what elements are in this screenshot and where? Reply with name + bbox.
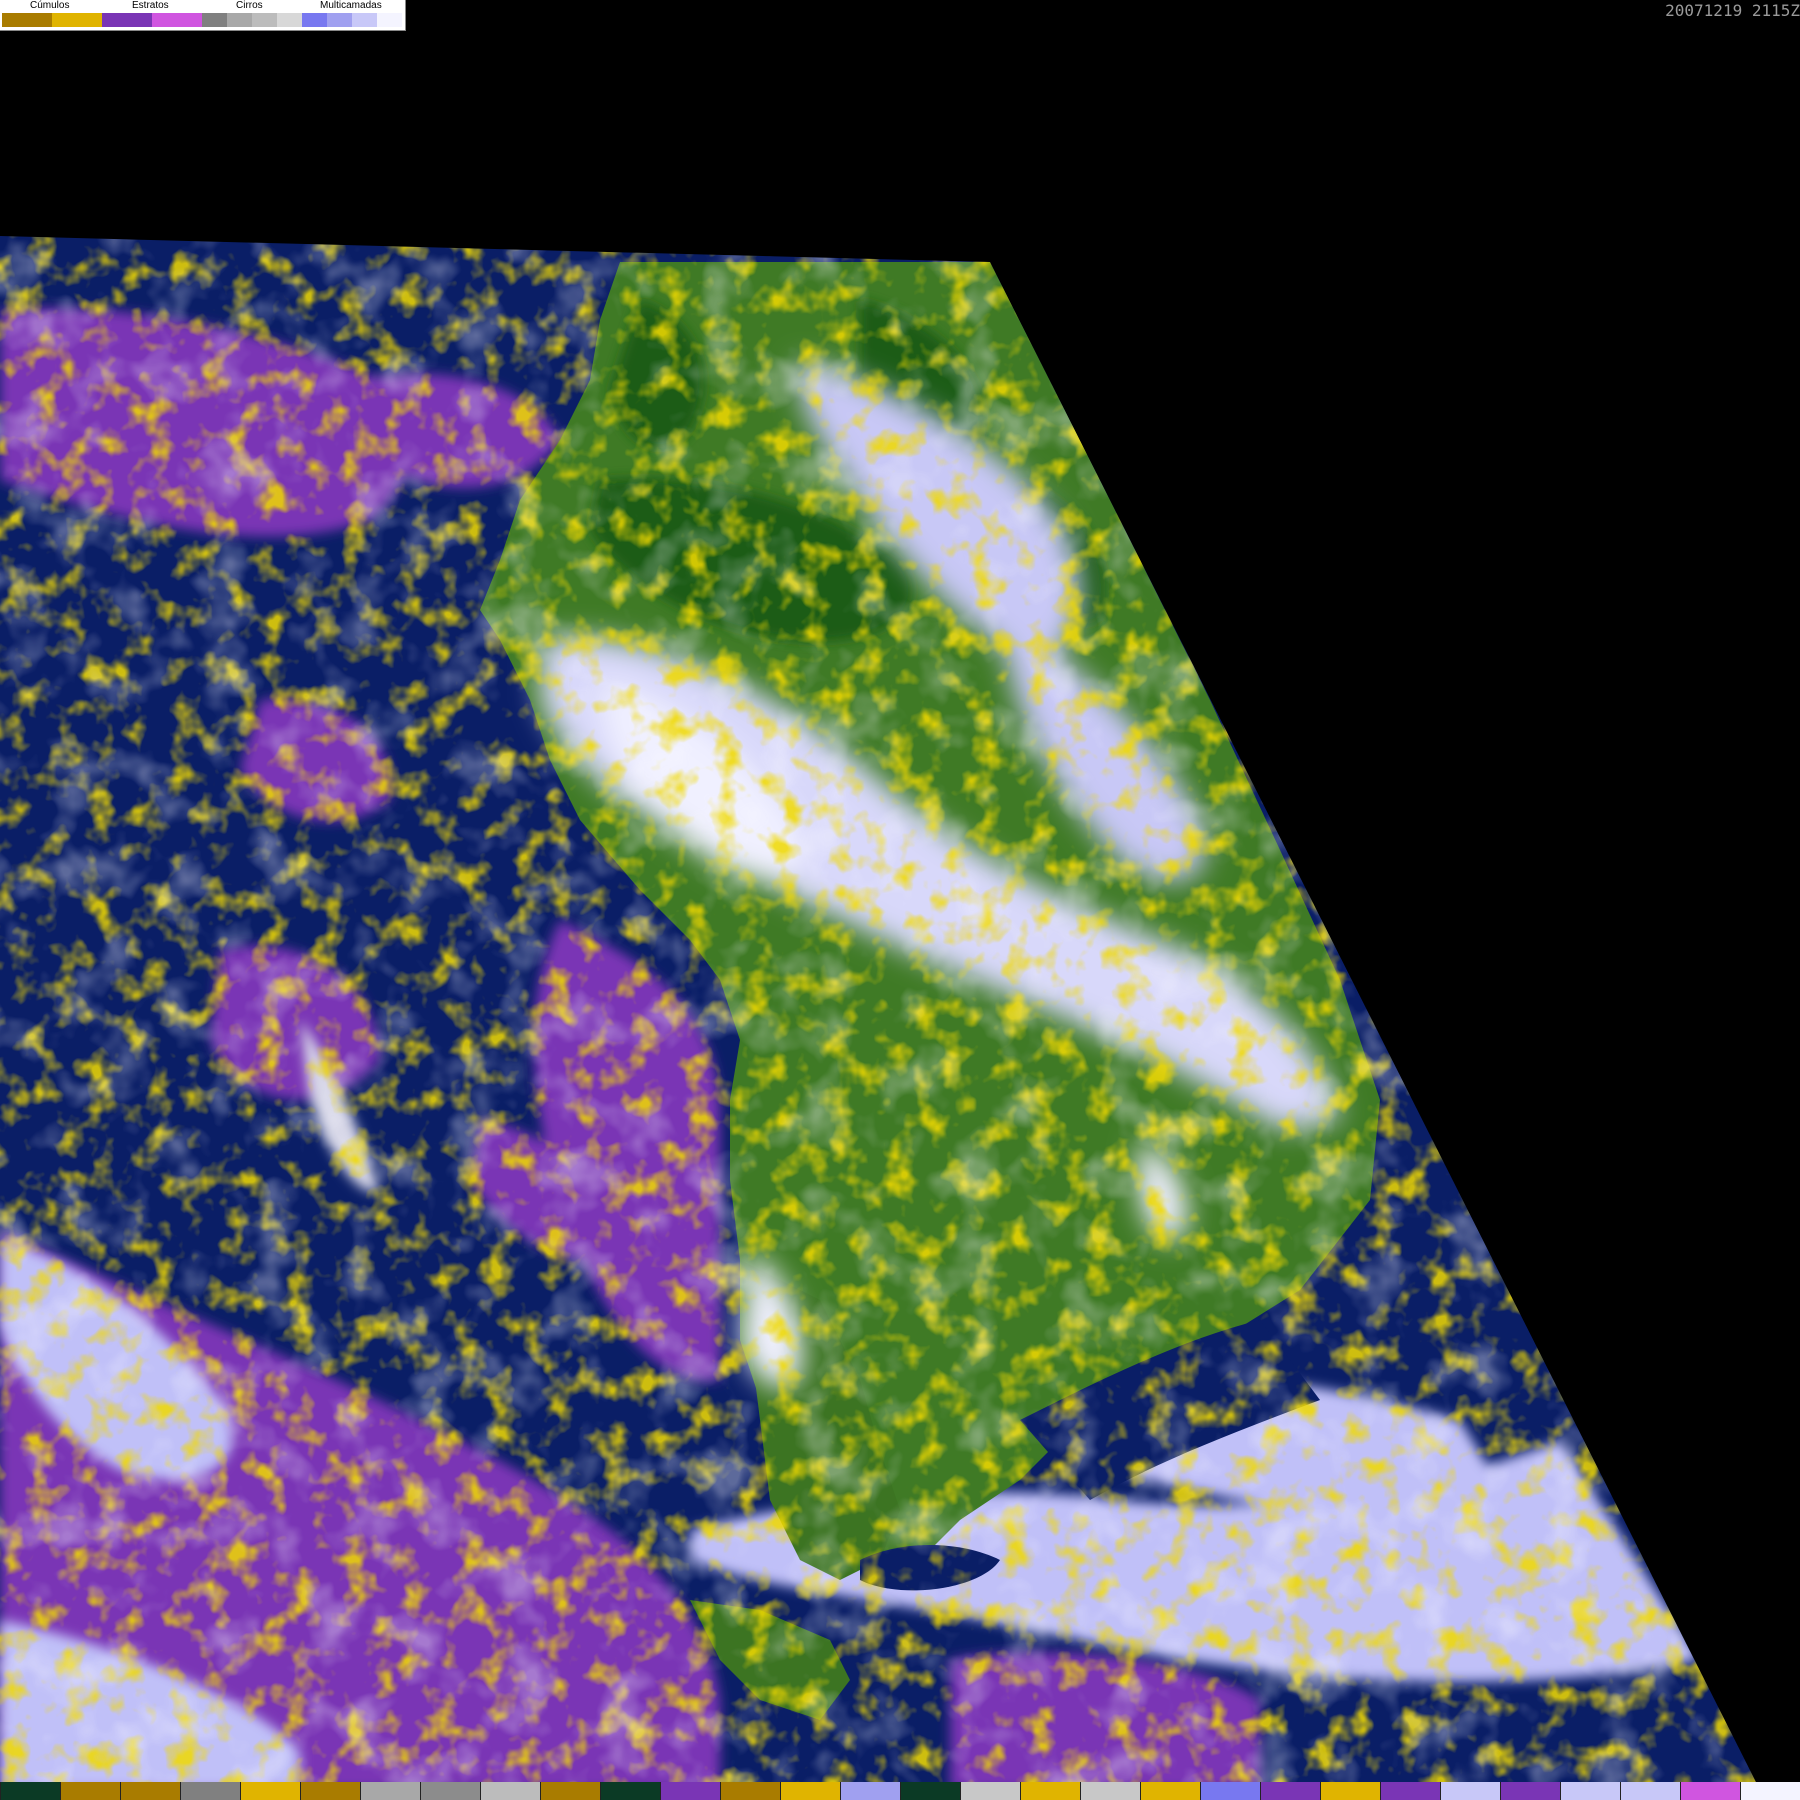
color-strip-cell — [300, 1782, 360, 1800]
legend-swatch — [152, 13, 202, 27]
legend-label-multicamadas: Multicamadas — [320, 0, 382, 11]
legend-label-cumulos: Cúmulos — [30, 0, 70, 11]
bottom-color-strip — [0, 1782, 1800, 1800]
color-strip-cell — [480, 1782, 540, 1800]
legend-swatch — [277, 13, 302, 27]
color-strip-cell — [1320, 1782, 1380, 1800]
color-strip-cell — [120, 1782, 180, 1800]
color-strip-cell — [1560, 1782, 1620, 1800]
satellite-image: Cúmulos Estratos Cirros Multicamadas 200… — [0, 0, 1800, 1800]
color-strip-cell — [720, 1782, 780, 1800]
color-strip-cell — [1440, 1782, 1500, 1800]
legend-swatch — [252, 13, 277, 27]
legend-swatch — [202, 13, 227, 27]
color-strip-cell — [1620, 1782, 1680, 1800]
legend-label-cirros: Cirros — [236, 0, 263, 11]
color-strip-cell — [540, 1782, 600, 1800]
color-strip-cell — [1500, 1782, 1560, 1800]
color-strip-cell — [1740, 1782, 1800, 1800]
legend-swatch — [327, 13, 352, 27]
color-strip-cell — [1380, 1782, 1440, 1800]
color-strip-cell — [1140, 1782, 1200, 1800]
legend-swatch — [352, 13, 377, 27]
color-strip-cell — [1200, 1782, 1260, 1800]
cloud-type-legend: Cúmulos Estratos Cirros Multicamadas — [0, 0, 406, 31]
color-strip-cell — [240, 1782, 300, 1800]
legend-swatch — [52, 13, 102, 27]
color-strip-cell — [780, 1782, 840, 1800]
color-strip-cell — [600, 1782, 660, 1800]
legend-swatch — [102, 13, 152, 27]
legend-swatch — [227, 13, 252, 27]
legend-swatches — [2, 13, 402, 27]
color-strip-cell — [180, 1782, 240, 1800]
image-timestamp: 20071219 2115Z — [1665, 1, 1800, 20]
color-strip-cell — [420, 1782, 480, 1800]
color-strip-cell — [900, 1782, 960, 1800]
legend-labels: Cúmulos Estratos Cirros Multicamadas — [0, 0, 405, 12]
cloud-classification-map — [0, 230, 1800, 1800]
color-strip-cell — [1260, 1782, 1320, 1800]
legend-swatch — [377, 13, 402, 27]
color-strip-cell — [660, 1782, 720, 1800]
color-strip-cell — [960, 1782, 1020, 1800]
color-strip-cell — [60, 1782, 120, 1800]
color-strip-cell — [1080, 1782, 1140, 1800]
legend-label-estratos: Estratos — [132, 0, 169, 11]
legend-swatch — [302, 13, 327, 27]
legend-swatch — [2, 13, 52, 27]
color-strip-cell — [1020, 1782, 1080, 1800]
color-strip-cell — [360, 1782, 420, 1800]
color-strip-cell — [0, 1782, 60, 1800]
color-strip-cell — [840, 1782, 900, 1800]
color-strip-cell — [1680, 1782, 1740, 1800]
